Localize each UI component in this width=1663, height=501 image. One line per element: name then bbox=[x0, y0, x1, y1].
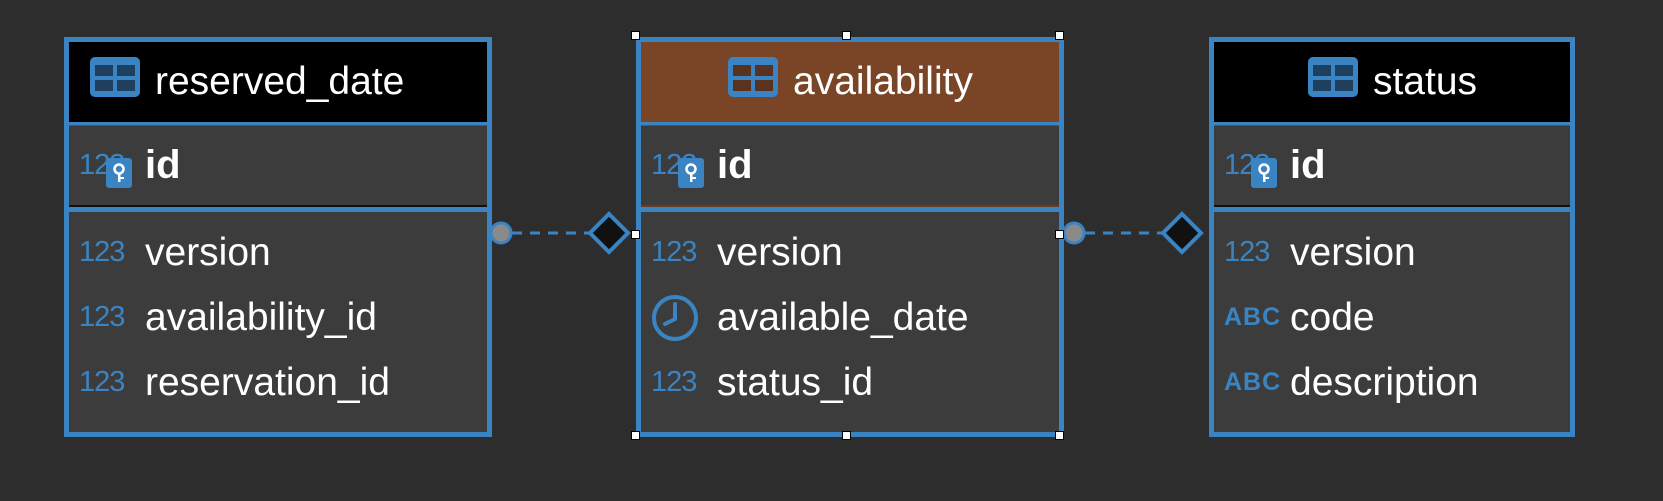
numeric-icon: 123 bbox=[651, 366, 697, 398]
column-row[interactable]: 123 version bbox=[1214, 220, 1570, 285]
column-name: availability_id bbox=[145, 295, 377, 339]
entity-reserved-date[interactable]: reserved_date 123 id 123 version 123 ava… bbox=[64, 37, 492, 437]
entity-title: reserved_date bbox=[155, 60, 405, 103]
primary-key-icon: 123 bbox=[1224, 146, 1290, 188]
column-name: version bbox=[145, 230, 271, 274]
column-name: status_id bbox=[717, 360, 874, 404]
entity-header[interactable]: availability bbox=[641, 42, 1059, 125]
table-icon bbox=[727, 56, 779, 108]
relationship-availability-status[interactable] bbox=[1062, 211, 1204, 255]
resize-handle-s[interactable] bbox=[842, 431, 851, 440]
numeric-icon: 123 bbox=[1224, 236, 1270, 268]
entity-header[interactable]: status bbox=[1214, 42, 1570, 125]
relationship-reserved-date-availability[interactable] bbox=[489, 211, 631, 255]
clock-icon bbox=[651, 294, 717, 341]
primary-key-icon: 123 bbox=[79, 146, 145, 188]
resize-handle-n[interactable] bbox=[842, 31, 851, 40]
column-row[interactable]: ABC description bbox=[1214, 350, 1570, 415]
numeric-icon: 123 bbox=[79, 366, 125, 398]
column-row[interactable]: 123 version bbox=[69, 220, 487, 285]
entity-status[interactable]: status 123 id 123 version ABC code ABC d… bbox=[1209, 37, 1575, 437]
column-name: available_date bbox=[717, 295, 969, 339]
numeric-icon: 123 bbox=[79, 301, 125, 333]
entity-availability[interactable]: availability 123 id 123 version availabl… bbox=[636, 37, 1064, 437]
text-icon: ABC bbox=[1224, 303, 1282, 331]
numeric-icon: 123 bbox=[79, 236, 125, 268]
primary-key-row[interactable]: 123 id bbox=[69, 125, 487, 207]
column-row[interactable]: 123 reservation_id bbox=[69, 350, 487, 415]
text-icon: ABC bbox=[1224, 368, 1282, 396]
column-name: id bbox=[1290, 143, 1326, 187]
entity-header[interactable]: reserved_date bbox=[69, 42, 487, 125]
entity-title: status bbox=[1372, 60, 1478, 103]
column-name: version bbox=[1290, 230, 1416, 274]
primary-key-row[interactable]: 123 id bbox=[641, 125, 1059, 207]
primary-key-row[interactable]: 123 id bbox=[1214, 125, 1570, 207]
column-row[interactable]: 123 status_id bbox=[641, 350, 1059, 415]
column-name: version bbox=[717, 230, 843, 274]
column-name: description bbox=[1290, 360, 1479, 404]
primary-key-icon: 123 bbox=[651, 146, 717, 188]
column-row[interactable]: 123 version bbox=[641, 220, 1059, 285]
column-row[interactable]: 123 availability_id bbox=[69, 285, 487, 350]
entity-title: availability bbox=[793, 60, 973, 103]
resize-handle-sw[interactable] bbox=[631, 431, 640, 440]
column-name: id bbox=[145, 143, 181, 187]
table-icon bbox=[89, 56, 141, 108]
column-row[interactable]: available_date bbox=[641, 285, 1059, 350]
column-row[interactable]: ABC code bbox=[1214, 285, 1570, 350]
resize-handle-e[interactable] bbox=[1055, 230, 1064, 239]
resize-handle-nw[interactable] bbox=[631, 31, 640, 40]
column-name: reservation_id bbox=[145, 360, 390, 404]
table-icon bbox=[1307, 56, 1359, 108]
resize-handle-se[interactable] bbox=[1055, 431, 1064, 440]
numeric-icon: 123 bbox=[651, 236, 697, 268]
column-name: id bbox=[717, 143, 753, 187]
resize-handle-ne[interactable] bbox=[1055, 31, 1064, 40]
resize-handle-w[interactable] bbox=[631, 230, 640, 239]
column-name: code bbox=[1290, 295, 1375, 339]
